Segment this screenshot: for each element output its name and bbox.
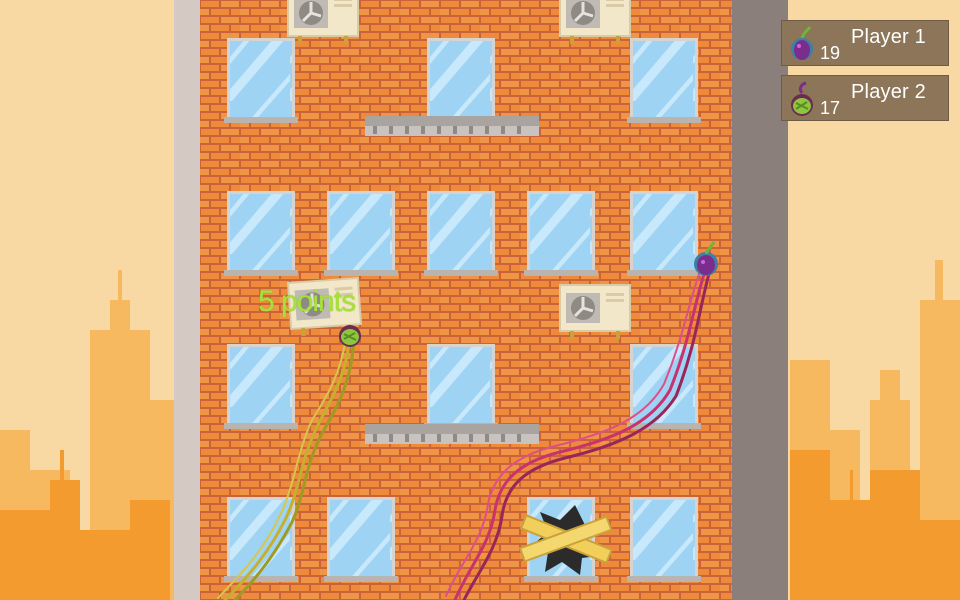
stone-ledge [365,116,539,136]
points-popup: 5 points [258,285,356,318]
player-1-score-card: Player 1 19 [781,20,949,66]
purple-eggplant-creature-icon [786,26,818,62]
air-conditioner-unit [558,283,632,341]
player-2-climber [339,325,361,347]
player-2-name: Player 2 [851,81,926,103]
green-melon-creature-icon [786,81,818,117]
player-2-score: 17 [820,98,841,118]
player-1-name: Player 1 [851,26,926,48]
player-2-score-card: Player 2 17 [781,75,949,121]
stone-ledge [365,424,539,444]
player-1-score: 19 [820,43,841,63]
